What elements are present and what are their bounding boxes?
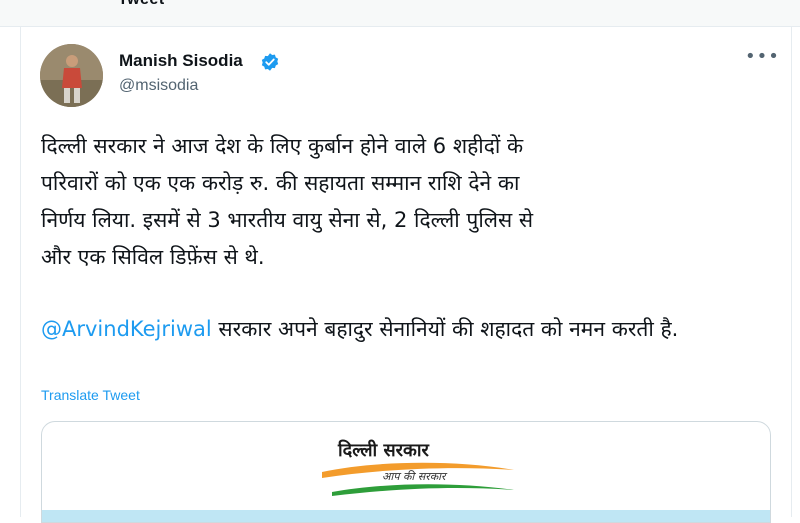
top-strip: Tweet bbox=[0, 0, 800, 27]
more-options-icon[interactable]: ••• bbox=[745, 48, 779, 66]
header-partial-text: Tweet bbox=[118, 0, 165, 9]
tweet-mention-line: @ArvindKejriwal सरकार अपने बहादुर सेनानि… bbox=[41, 311, 781, 348]
author-handle[interactable]: @msisodia bbox=[119, 77, 198, 95]
mention-rest-text: सरकार अपने बहादुर सेनानियों की शहादत को … bbox=[211, 317, 679, 341]
author-name[interactable]: Manish Sisodia bbox=[119, 51, 243, 71]
media-card[interactable]: दिल्ली सरकार आप की सरकार bbox=[41, 421, 771, 523]
mention-link[interactable]: @ArvindKejriwal bbox=[41, 317, 212, 341]
translate-tweet-link[interactable]: Translate Tweet bbox=[41, 387, 140, 403]
verified-badge-icon bbox=[261, 53, 279, 71]
avatar-photo bbox=[40, 44, 103, 107]
tweet-body: दिल्ली सरकार ने आज देश के लिए कुर्बान हो… bbox=[41, 134, 534, 269]
avatar[interactable] bbox=[40, 44, 103, 107]
logo-subtitle: आप की सरकार bbox=[382, 470, 446, 483]
